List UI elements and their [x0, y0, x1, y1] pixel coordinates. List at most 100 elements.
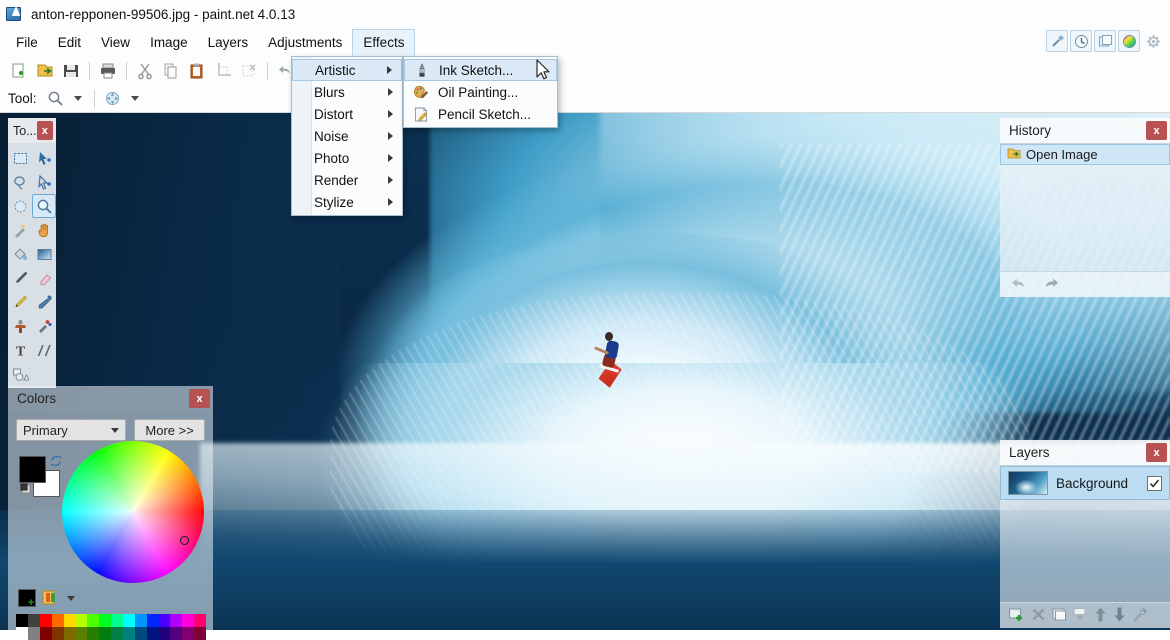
- menu-effects[interactable]: Effects: [352, 29, 416, 56]
- palette-swatch[interactable]: [182, 614, 195, 627]
- layer-row[interactable]: Background: [1000, 466, 1170, 500]
- menu-item-stylize[interactable]: Stylize: [292, 191, 402, 213]
- layer-visibility-checkbox[interactable]: [1147, 475, 1162, 491]
- menu-layers[interactable]: Layers: [198, 28, 259, 56]
- palette-swatch[interactable]: [51, 627, 64, 640]
- duplicate-layer-icon[interactable]: [1051, 606, 1068, 626]
- pan-tool-icon[interactable]: [100, 87, 126, 111]
- menu-file[interactable]: File: [6, 28, 48, 56]
- palette-swatch[interactable]: [27, 627, 40, 640]
- palette-swatch[interactable]: [111, 627, 123, 640]
- add-color-icon[interactable]: +: [18, 589, 36, 609]
- gradient-tool-icon[interactable]: [32, 242, 56, 266]
- paint-bucket-tool-icon[interactable]: [8, 242, 32, 266]
- menu-item-noise[interactable]: Noise: [292, 125, 402, 147]
- history-panel-close-button[interactable]: x: [1146, 121, 1167, 140]
- menu-item-render[interactable]: Render: [292, 169, 402, 191]
- layers-panel-close-button[interactable]: x: [1146, 443, 1167, 462]
- palette-swatch[interactable]: [134, 627, 147, 640]
- crop-to-selection-icon[interactable]: [210, 59, 236, 83]
- primary-color-swatch[interactable]: [19, 456, 46, 483]
- palette-swatch[interactable]: [146, 614, 159, 627]
- paste-icon[interactable]: [184, 59, 210, 83]
- pencil-tool-icon[interactable]: [8, 290, 32, 314]
- palette-swatch[interactable]: [16, 614, 28, 627]
- palette-swatch[interactable]: [99, 614, 111, 627]
- palette-swatch[interactable]: [158, 614, 171, 627]
- palette-menu-icon[interactable]: [42, 589, 61, 607]
- menu-item-photo[interactable]: Photo: [292, 147, 402, 169]
- palette-swatch[interactable]: [63, 627, 76, 640]
- palette-swatch[interactable]: [182, 627, 195, 640]
- cut-icon[interactable]: [132, 59, 158, 83]
- tools-panel-close-button[interactable]: x: [36, 121, 53, 140]
- save-icon[interactable]: [58, 59, 84, 83]
- palette-swatch[interactable]: [87, 627, 100, 640]
- pan-dropdown-caret-icon[interactable]: [130, 96, 139, 101]
- magic-wand-tool-icon[interactable]: [8, 218, 32, 242]
- palette-swatch[interactable]: [39, 614, 52, 627]
- palette-swatch[interactable]: [51, 614, 64, 627]
- colors-panel-close-button[interactable]: x: [189, 389, 210, 408]
- undo-arrow-icon[interactable]: [1010, 275, 1030, 294]
- move-selected-tool-icon[interactable]: [32, 146, 56, 170]
- colors-window-icon[interactable]: [1118, 30, 1140, 52]
- color-wheel[interactable]: [62, 441, 204, 583]
- deselect-icon[interactable]: [236, 59, 262, 83]
- tools-window-icon[interactable]: [1046, 30, 1068, 52]
- clone-stamp-tool-icon[interactable]: [8, 314, 32, 338]
- new-icon[interactable]: [6, 59, 32, 83]
- eraser-tool-icon[interactable]: [32, 266, 56, 290]
- palette-swatch[interactable]: [158, 627, 171, 640]
- palette-swatch[interactable]: [122, 627, 135, 640]
- zoom-tool-icon[interactable]: [43, 87, 69, 111]
- menu-view[interactable]: View: [91, 28, 140, 56]
- palette-swatch[interactable]: [194, 627, 206, 640]
- settings-gear-icon[interactable]: [1142, 30, 1164, 52]
- menu-image[interactable]: Image: [140, 28, 198, 56]
- menu-adjustments[interactable]: Adjustments: [258, 28, 352, 56]
- more-colors-button[interactable]: More >>: [134, 419, 205, 441]
- menu-edit[interactable]: Edit: [48, 28, 91, 56]
- color-mode-dropdown[interactable]: Primary: [16, 419, 127, 441]
- paintbrush-tool-icon[interactable]: [8, 266, 32, 290]
- rectangle-select-tool-icon[interactable]: [8, 146, 32, 170]
- palette-swatch[interactable]: [194, 614, 206, 627]
- palette-swatch[interactable]: [146, 627, 159, 640]
- palette-swatch[interactable]: [63, 614, 76, 627]
- layers-window-icon[interactable]: [1094, 30, 1116, 52]
- palette-swatch[interactable]: [170, 627, 183, 640]
- move-layer-up-icon[interactable]: [1093, 606, 1108, 626]
- line-curve-tool-icon[interactable]: [32, 338, 56, 362]
- zoom-tool-icon[interactable]: [32, 194, 56, 218]
- palette-swatch[interactable]: [39, 627, 52, 640]
- layer-properties-icon[interactable]: [1131, 606, 1149, 626]
- open-icon[interactable]: [32, 59, 58, 83]
- palette-swatch[interactable]: [87, 614, 100, 627]
- move-layer-down-icon[interactable]: [1112, 606, 1127, 626]
- reset-colors-icon[interactable]: [19, 482, 33, 496]
- palette-swatch[interactable]: [122, 614, 135, 627]
- palette-swatch[interactable]: [111, 614, 123, 627]
- menu-item-artistic[interactable]: Artistic: [292, 59, 402, 81]
- delete-layer-icon[interactable]: [1030, 606, 1047, 626]
- palette-swatch[interactable]: [134, 614, 147, 627]
- menu-item-blurs[interactable]: Blurs: [292, 81, 402, 103]
- color-wheel-cursor[interactable]: [180, 536, 189, 545]
- history-item[interactable]: Open Image: [1000, 144, 1170, 165]
- ellipse-select-tool-icon[interactable]: [8, 194, 32, 218]
- move-selection-tool-icon[interactable]: [32, 170, 56, 194]
- menu-item-ink-sketch[interactable]: Ink Sketch...: [404, 59, 557, 81]
- copy-icon[interactable]: [158, 59, 184, 83]
- tool-dropdown-caret-icon[interactable]: [73, 96, 82, 101]
- menu-item-pencil-sketch[interactable]: Pencil Sketch...: [404, 103, 557, 125]
- redo-arrow-icon[interactable]: [1040, 275, 1060, 294]
- menu-item-oil-painting[interactable]: Oil Painting...: [404, 81, 557, 103]
- palette-dropdown-caret-icon[interactable]: [67, 595, 75, 601]
- add-layer-icon[interactable]: [1008, 606, 1026, 626]
- shapes-tool-icon[interactable]: [8, 362, 32, 386]
- palette-swatch[interactable]: [170, 614, 183, 627]
- palette-swatch[interactable]: [99, 627, 111, 640]
- swap-colors-icon[interactable]: [49, 454, 63, 468]
- print-icon[interactable]: [95, 59, 121, 83]
